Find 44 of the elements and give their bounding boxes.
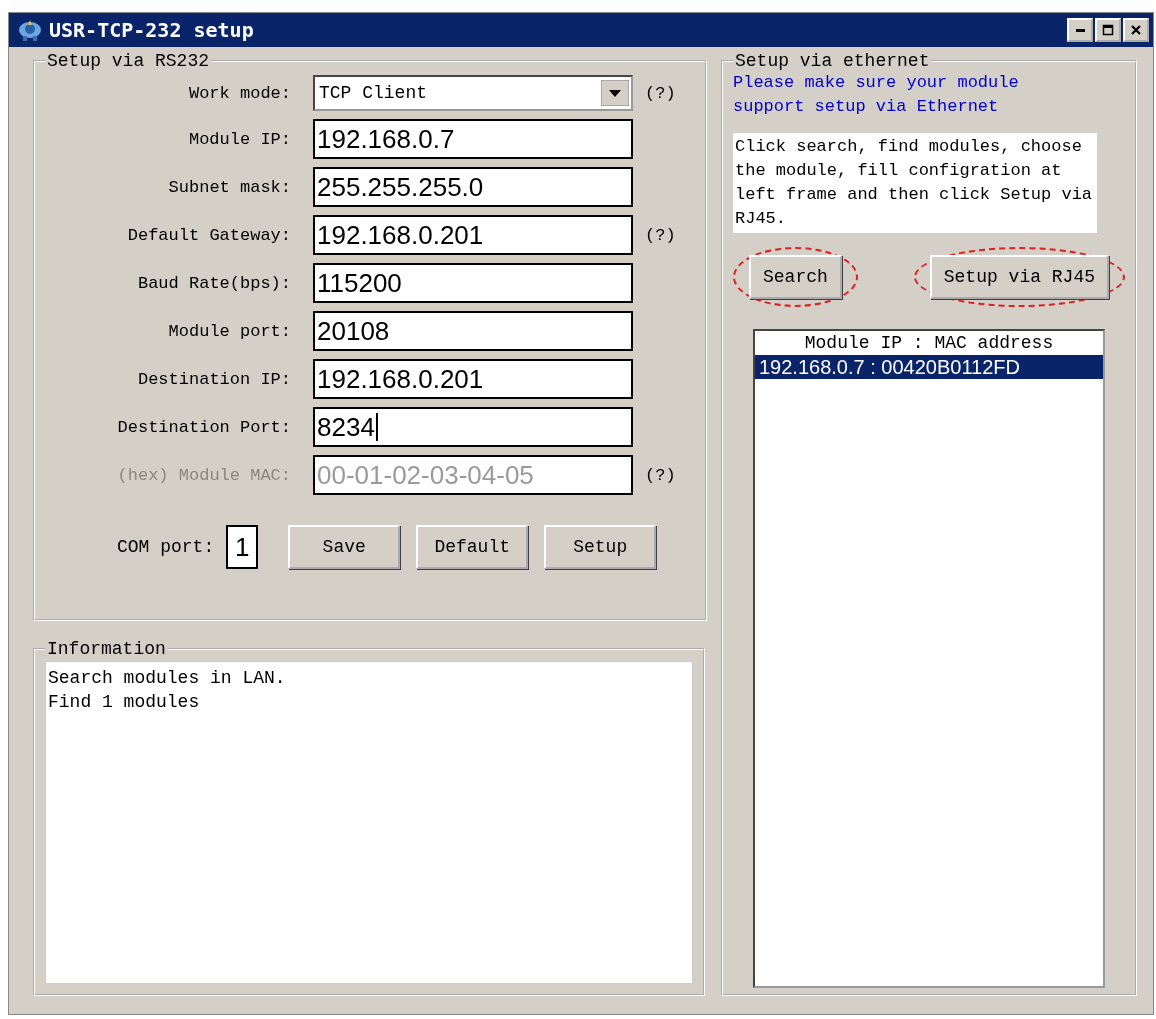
field-label: Baud Rate(bps):: [136, 273, 291, 293]
group-title: Setup via RS232: [46, 51, 211, 71]
close-button[interactable]: [1123, 18, 1149, 42]
input-field[interactable]: 115200: [313, 263, 633, 303]
input-field[interactable]: 255.255.255.0: [313, 167, 633, 207]
maximize-icon: [1102, 24, 1114, 36]
list-header: Module IP : MAC address: [803, 332, 1055, 355]
close-icon: [1130, 24, 1142, 36]
field-label: Destination IP:: [136, 369, 291, 389]
field-label: (hex) Module MAC:: [116, 465, 291, 485]
group-title: Setup via ethernet: [734, 51, 931, 71]
ethernet-button[interactable]: Setup via RJ45: [929, 255, 1109, 299]
action-button[interactable]: Setup: [544, 525, 657, 569]
group-title: Information: [46, 639, 167, 659]
dropdown-arrow-icon[interactable]: [601, 80, 629, 106]
field-label: Subnet mask:: [167, 177, 291, 197]
com-port-field[interactable]: 1: [226, 525, 259, 569]
log-line: Find 1 modules: [48, 691, 201, 714]
action-button[interactable]: Default: [416, 525, 529, 569]
maximize-button[interactable]: [1095, 18, 1121, 42]
dropdown[interactable]: TCP Client: [313, 75, 633, 111]
action-button[interactable]: Save: [288, 525, 401, 569]
field-label: Default Gateway:: [126, 225, 291, 245]
field-label: Module IP:: [187, 129, 291, 149]
input-field[interactable]: 20108: [313, 311, 633, 351]
field-label: Destination Port:: [116, 417, 291, 437]
log-line: Search modules in LAN.: [48, 667, 287, 690]
input-field[interactable]: 192.168.0.7: [313, 119, 633, 159]
input-field[interactable]: 192.168.0.201: [313, 215, 633, 255]
help-mark[interactable]: (?): [645, 225, 695, 245]
com-port-label: COM port:: [117, 537, 215, 557]
notice-text: Please make sure your module support setup via Ethernet: [733, 72, 1020, 118]
robot-icon: [17, 18, 43, 42]
help-mark[interactable]: (?): [645, 83, 695, 103]
window-title: USR-TCP-232 setup: [49, 18, 254, 42]
field-label: Work mode:: [187, 83, 291, 103]
input-field[interactable]: 8234: [313, 407, 633, 447]
instructions-text: Click search, find modules, choose the module, fill configration at left frame and then click Setup via RJ45.: [733, 133, 1097, 233]
input-field[interactable]: 192.168.0.201: [313, 359, 633, 399]
minimize-button[interactable]: [1067, 18, 1093, 42]
minimize-icon: [1075, 28, 1085, 32]
ethernet-button[interactable]: Search: [749, 255, 842, 299]
list-item[interactable]: 192.168.0.7 : 00420B0112FD: [755, 355, 1103, 379]
field-label: Module port:: [167, 321, 291, 341]
